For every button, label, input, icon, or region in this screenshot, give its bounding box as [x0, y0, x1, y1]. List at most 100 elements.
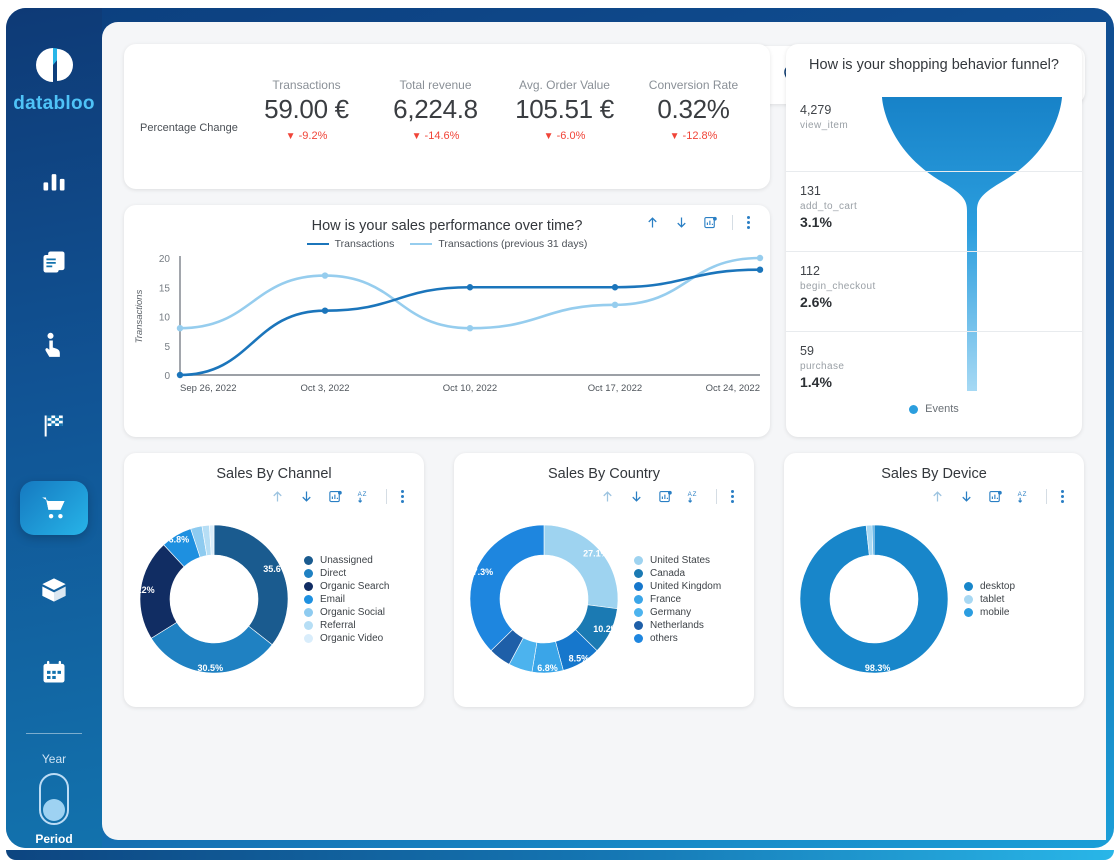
legend-item: Netherlands	[634, 620, 721, 631]
svg-text:30.5%: 30.5%	[198, 662, 224, 672]
sidebar-item-analytics[interactable]	[20, 153, 88, 207]
brand-logo[interactable]: databloo	[13, 44, 95, 115]
insert-chart-icon[interactable]	[328, 489, 343, 504]
sidebar-item-ecommerce[interactable]	[20, 481, 88, 535]
arrow-up-icon[interactable]	[270, 489, 285, 504]
legend-dot-icon	[964, 582, 973, 591]
arrow-up-icon[interactable]	[645, 215, 660, 230]
kpi-delta: ▼ -6.0%	[500, 130, 629, 142]
arrow-up-icon[interactable]	[600, 489, 615, 504]
sidebar-item-products[interactable]	[20, 563, 88, 617]
sidebar-item-reports[interactable]	[20, 235, 88, 289]
svg-text:Sep 26, 2022: Sep 26, 2022	[180, 383, 237, 394]
sidebar: databloo	[6, 8, 102, 848]
legend-dot-icon	[634, 634, 643, 643]
toggle-knob	[43, 799, 65, 821]
donut-chart: 27.1%10.2%8.5%6.8%37.3%	[454, 507, 634, 692]
legend-label: Germany	[650, 607, 691, 618]
funnel-step-pct: 1.4%	[800, 374, 1082, 390]
legend-dot-icon	[634, 556, 643, 565]
legend-dot-icon	[304, 608, 313, 617]
more-vertical-icon[interactable]	[1061, 490, 1064, 503]
sidebar-item-engagement[interactable]	[20, 317, 88, 371]
sort-az-icon[interactable]: AZ	[687, 489, 702, 504]
line-chart-toolbar	[645, 215, 770, 230]
toolbar-separator	[386, 489, 387, 504]
sidebar-item-goals[interactable]	[20, 399, 88, 453]
chart-title: Sales By Device	[784, 453, 1084, 482]
legend-dot-icon	[304, 582, 313, 591]
touch-click-icon	[40, 330, 68, 358]
legend-line-icon	[307, 243, 329, 245]
legend-item: Unassigned	[304, 555, 389, 566]
legend-label: Canada	[650, 568, 685, 579]
arrow-down-icon[interactable]	[629, 489, 644, 504]
sidebar-nav	[6, 153, 102, 727]
more-vertical-icon[interactable]	[401, 490, 404, 503]
svg-text:5: 5	[164, 342, 170, 353]
legend-dot-icon	[634, 621, 643, 630]
funnel-step-pct: 3.1%	[800, 214, 1082, 230]
more-vertical-icon[interactable]	[747, 216, 750, 229]
legend-item: tablet	[964, 594, 1015, 605]
svg-text:Z: Z	[1023, 491, 1027, 498]
funnel-step: 131 add_to_cart 3.1%	[786, 171, 1082, 251]
kpi-label: Avg. Order Value	[500, 78, 629, 92]
legend-item: France	[634, 594, 721, 605]
kpi-label: Total revenue	[371, 78, 500, 92]
legend-label: France	[650, 594, 681, 605]
legend-label: Netherlands	[650, 620, 704, 631]
legend-label: Organic Video	[320, 633, 383, 644]
svg-text:27.1%: 27.1%	[583, 548, 609, 558]
shopping-cart-icon	[40, 494, 68, 522]
legend-item: Transactions (previous 31 days)	[410, 238, 587, 250]
legend-item: Organic Video	[304, 633, 389, 644]
sidebar-divider	[26, 733, 82, 734]
more-vertical-icon[interactable]	[731, 490, 734, 503]
legend-item: Canada	[634, 568, 721, 579]
legend-item: others	[634, 633, 721, 644]
kpi-avg-order-value: Avg. Order Value 105.51 € ▼ -6.0%	[500, 78, 629, 142]
device-donut-area: 98.3% desktoptabletmobile	[784, 504, 1084, 694]
svg-text:98.3%: 98.3%	[865, 662, 891, 672]
svg-text:A: A	[358, 491, 363, 498]
insert-chart-icon[interactable]	[658, 489, 673, 504]
kpi-delta: ▼ -14.6%	[371, 130, 500, 142]
period-toggle[interactable]	[39, 773, 69, 825]
legend-dot-icon	[964, 608, 973, 617]
funnel-step-name: purchase	[800, 361, 1082, 372]
sort-az-icon[interactable]: AZ	[1017, 489, 1032, 504]
kpi-total-revenue: Total revenue 6,224.8 ▼ -14.6%	[371, 78, 500, 142]
down-arrow-icon: ▼	[544, 131, 554, 142]
arrow-up-icon[interactable]	[930, 489, 945, 504]
insert-chart-icon[interactable]	[988, 489, 1003, 504]
sales-by-country-card: Sales By Country AZ 27.1%10.2%8.5%6.8%37…	[454, 453, 754, 707]
arrow-down-icon[interactable]	[299, 489, 314, 504]
legend-item: mobile	[964, 607, 1015, 618]
legend-line-icon	[410, 243, 432, 245]
kpi-scorecard: Percentage Change Transactions 59.00 € ▼…	[124, 44, 770, 189]
legend-item: Germany	[634, 607, 721, 618]
insert-chart-icon[interactable]	[703, 215, 718, 230]
svg-text:35.6%: 35.6%	[263, 563, 289, 573]
legend-item: Direct	[304, 568, 389, 579]
legend-dot-icon	[304, 621, 313, 630]
toggle-bottom-label: Period	[35, 832, 72, 846]
svg-text:10.2%: 10.2%	[593, 624, 619, 634]
arrow-down-icon[interactable]	[959, 489, 974, 504]
kpi-value: 59.00 €	[242, 94, 371, 125]
sidebar-item-calendar[interactable]	[20, 645, 88, 699]
legend-item: United States	[634, 555, 721, 566]
sort-az-icon[interactable]: AZ	[357, 489, 372, 504]
legend-label: Unassigned	[320, 555, 373, 566]
donut-chart: 35.6%30.5%22%6.8%	[124, 507, 304, 692]
kpi-transactions: Transactions 59.00 € ▼ -9.2%	[242, 78, 371, 142]
arrow-down-icon[interactable]	[674, 215, 689, 230]
funnel-steps: 4,279 view_item 131 add_to_cart 3.1% 112…	[786, 91, 1082, 411]
legend-label: Direct	[320, 568, 346, 579]
app-shell: databloo	[6, 8, 1114, 848]
line-chart-legend: Transactions Transactions (previous 31 d…	[124, 238, 770, 250]
legend-dot-icon	[634, 608, 643, 617]
channel-legend: UnassignedDirectOrganic SearchEmailOrgan…	[304, 555, 389, 644]
svg-text:Oct 3, 2022: Oct 3, 2022	[300, 383, 349, 394]
